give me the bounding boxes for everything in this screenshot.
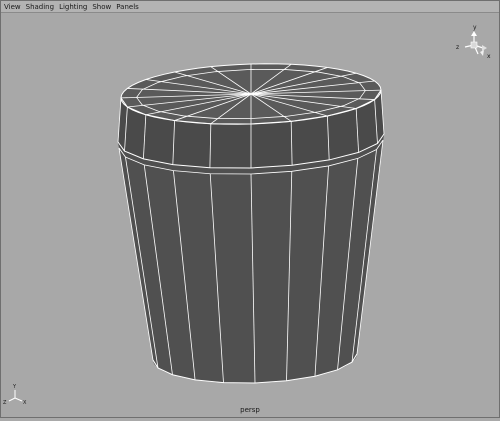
menu-view[interactable]: View	[4, 1, 21, 13]
maya-viewport-panel: View Shading Lighting Show Panels y z x …	[0, 0, 500, 418]
perspective-viewport[interactable]: y z x Y Z X	[1, 14, 499, 417]
menu-lighting[interactable]: Lighting	[59, 1, 87, 13]
axis-indicator: Y Z X	[3, 384, 27, 406]
axis-indicator-icon	[8, 390, 23, 402]
compass-x-label: x	[487, 53, 491, 60]
menu-shading[interactable]: Shading	[26, 1, 54, 13]
axis-y-label: Y	[12, 384, 17, 390]
compass-y-label: y	[473, 24, 477, 31]
view-compass[interactable]: y z x	[456, 24, 491, 60]
view-compass-icon[interactable]	[464, 31, 487, 56]
panel-menubar: View Shading Lighting Show Panels	[1, 1, 499, 13]
menu-show[interactable]: Show	[92, 1, 111, 13]
menu-panels[interactable]: Panels	[116, 1, 139, 13]
compass-z-label: z	[456, 44, 459, 51]
viewport-canvas[interactable]: y z x Y Z X	[1, 14, 499, 417]
camera-name-label: persp	[240, 406, 260, 414]
cylinder-mesh[interactable]	[117, 63, 385, 384]
